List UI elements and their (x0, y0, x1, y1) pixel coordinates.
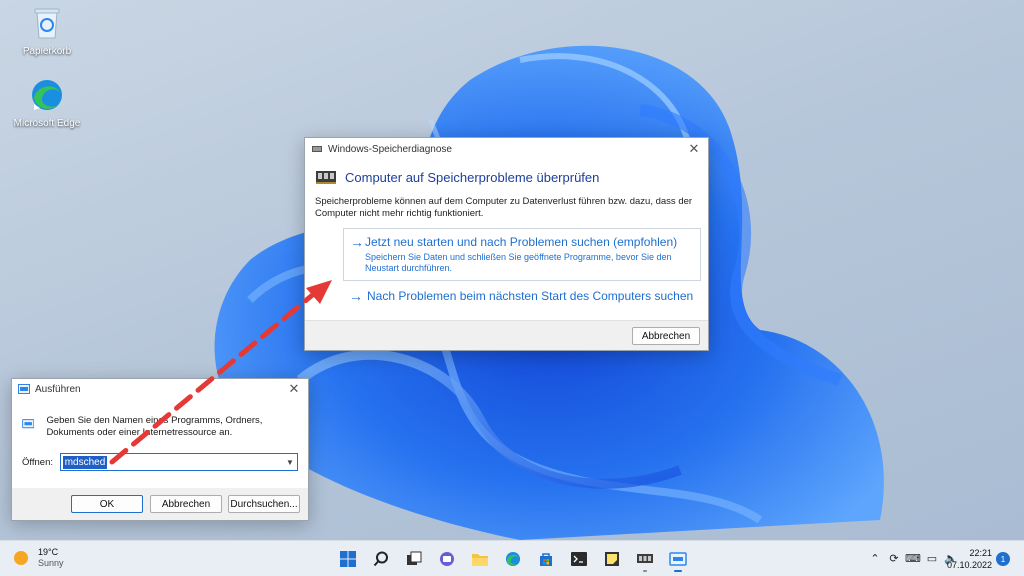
taskbar-edge-button[interactable] (499, 545, 527, 573)
desktop-icon-label: Papierkorb (22, 46, 72, 57)
weather-condition: Sunny (38, 558, 64, 568)
taskbar-sticky-notes-button[interactable] (598, 545, 626, 573)
desktop-icon-recycle-bin[interactable]: Papierkorb (12, 6, 82, 57)
desktop-icon-label: Microsoft Edge (13, 118, 81, 129)
run-titlebar[interactable]: Ausführen ✕ (12, 379, 308, 399)
terminal-icon (571, 552, 587, 566)
run-open-row: Öffnen: mdsched ▼ (22, 453, 298, 471)
run-dialog: Ausführen ✕ Geben Sie den Namen eines Pr… (11, 378, 309, 521)
arrow-right-icon: → (349, 288, 363, 304)
weather-temp: 19°C (38, 547, 59, 557)
option-restart-now[interactable]: → Jetzt neu starten und nach Problemen s… (343, 228, 701, 281)
run-footer: OK Abbrechen Durchsuchen... (12, 488, 308, 520)
taskbar-search-button[interactable] (367, 545, 395, 573)
network-icon[interactable]: ▭ (923, 549, 941, 567)
run-body: Geben Sie den Namen eines Programms, Ord… (12, 399, 308, 489)
taskbar-chat-button[interactable] (433, 545, 461, 573)
edge-icon (32, 80, 62, 110)
option-check-next-start[interactable]: → Nach Problemen beim nächsten Start des… (343, 283, 701, 309)
memdiag-heading: Computer auf Speicherprobleme überprüfen (345, 169, 600, 185)
memory-diagnostic-icon (637, 554, 653, 563)
run-open-value[interactable]: mdsched (62, 455, 108, 469)
file-explorer-icon (472, 554, 488, 566)
run-open-combobox[interactable]: mdsched ▼ (59, 453, 298, 471)
memdiag-titlebar[interactable]: Windows-Speicherdiagnose ✕ (305, 138, 708, 160)
taskbar-file-explorer-button[interactable] (466, 545, 494, 573)
task-view-icon (407, 551, 422, 565)
run-cancel-button[interactable]: Abbrechen (150, 495, 222, 513)
clock-time: 22:21 (969, 548, 992, 558)
run-title: Ausführen (35, 383, 81, 395)
memdiag-cancel-button[interactable]: Abbrechen (632, 327, 700, 345)
arrow-right-icon: → (350, 234, 364, 250)
clock-date: 07.10.2022 (946, 560, 992, 570)
chat-icon (440, 552, 454, 566)
weather-widget[interactable]: 19°C Sunny (12, 547, 64, 569)
desktop-icon-edge[interactable]: Microsoft Edge (12, 78, 82, 129)
notification-badge[interactable]: 1 (996, 552, 1010, 566)
update-icon[interactable]: ⟳ (885, 549, 903, 567)
option-restart-now-subtitle: Speichern Sie Daten und schließen Sie ge… (364, 252, 672, 273)
taskbar-store-button[interactable] (532, 545, 560, 573)
option-restart-now-title: Jetzt neu starten und nach Problemen suc… (364, 235, 678, 249)
taskbar-start-button[interactable] (334, 545, 362, 573)
start-icon (340, 551, 356, 567)
sticky-notes-icon (605, 552, 619, 566)
taskbar-apps (334, 545, 697, 573)
taskbar-run-button[interactable] (664, 545, 692, 573)
keyboard-icon[interactable]: ⌨ (904, 549, 922, 567)
option-check-next-start-title: Nach Problemen beim nächsten Start des C… (367, 289, 694, 303)
clock[interactable]: 22:21 07.10.2022 (946, 547, 992, 571)
run-icon (669, 552, 687, 566)
taskbar-memory-diagnostic-button[interactable] (631, 545, 659, 573)
edge-icon (505, 551, 521, 567)
run-open-label: Öffnen: (22, 456, 53, 468)
search-icon (373, 551, 388, 567)
run-icon (18, 383, 30, 394)
taskbar-task-view-button[interactable] (400, 545, 428, 573)
memdiag-footer: Abbrechen (305, 320, 708, 350)
chevron-down-icon[interactable]: ▼ (283, 458, 297, 467)
run-ok-button[interactable]: OK (71, 495, 143, 513)
memdiag-content: Computer auf Speicherprobleme überprüfen… (305, 160, 708, 318)
run-close-button[interactable]: ✕ (280, 378, 308, 400)
run-program-icon (22, 419, 35, 429)
store-icon (540, 553, 552, 566)
run-intro-text: Geben Sie den Namen eines Programms, Ord… (46, 415, 263, 438)
memory-chip-icon (312, 146, 322, 152)
recycle-bin-icon (34, 8, 60, 39)
memory-module-icon (316, 171, 336, 184)
close-icon: ✕ (688, 141, 700, 156)
memdiag-heading-row: Computer auf Speicherprobleme überprüfen (315, 168, 700, 186)
close-icon: ✕ (288, 381, 300, 396)
sun-icon (14, 551, 28, 565)
memdiag-description: Speicherprobleme können auf dem Computer… (315, 196, 693, 219)
taskbar-terminal-button[interactable] (565, 545, 593, 573)
memdiag-title: Windows-Speicherdiagnose (328, 143, 452, 155)
memdiag-close-button[interactable]: ✕ (680, 138, 708, 160)
taskbar: 19°C Sunny ⌃ ⟳ ⌨ ▭ 🔈 22:21 07.10.2022 1 (0, 540, 1024, 576)
chevron-up-icon[interactable]: ⌃ (866, 549, 884, 567)
run-browse-button[interactable]: Durchsuchen... (228, 495, 300, 513)
memory-diagnostic-dialog: Windows-Speicherdiagnose ✕ Computer auf … (304, 137, 709, 351)
run-intro: Geben Sie den Namen eines Programms, Ord… (22, 415, 298, 439)
